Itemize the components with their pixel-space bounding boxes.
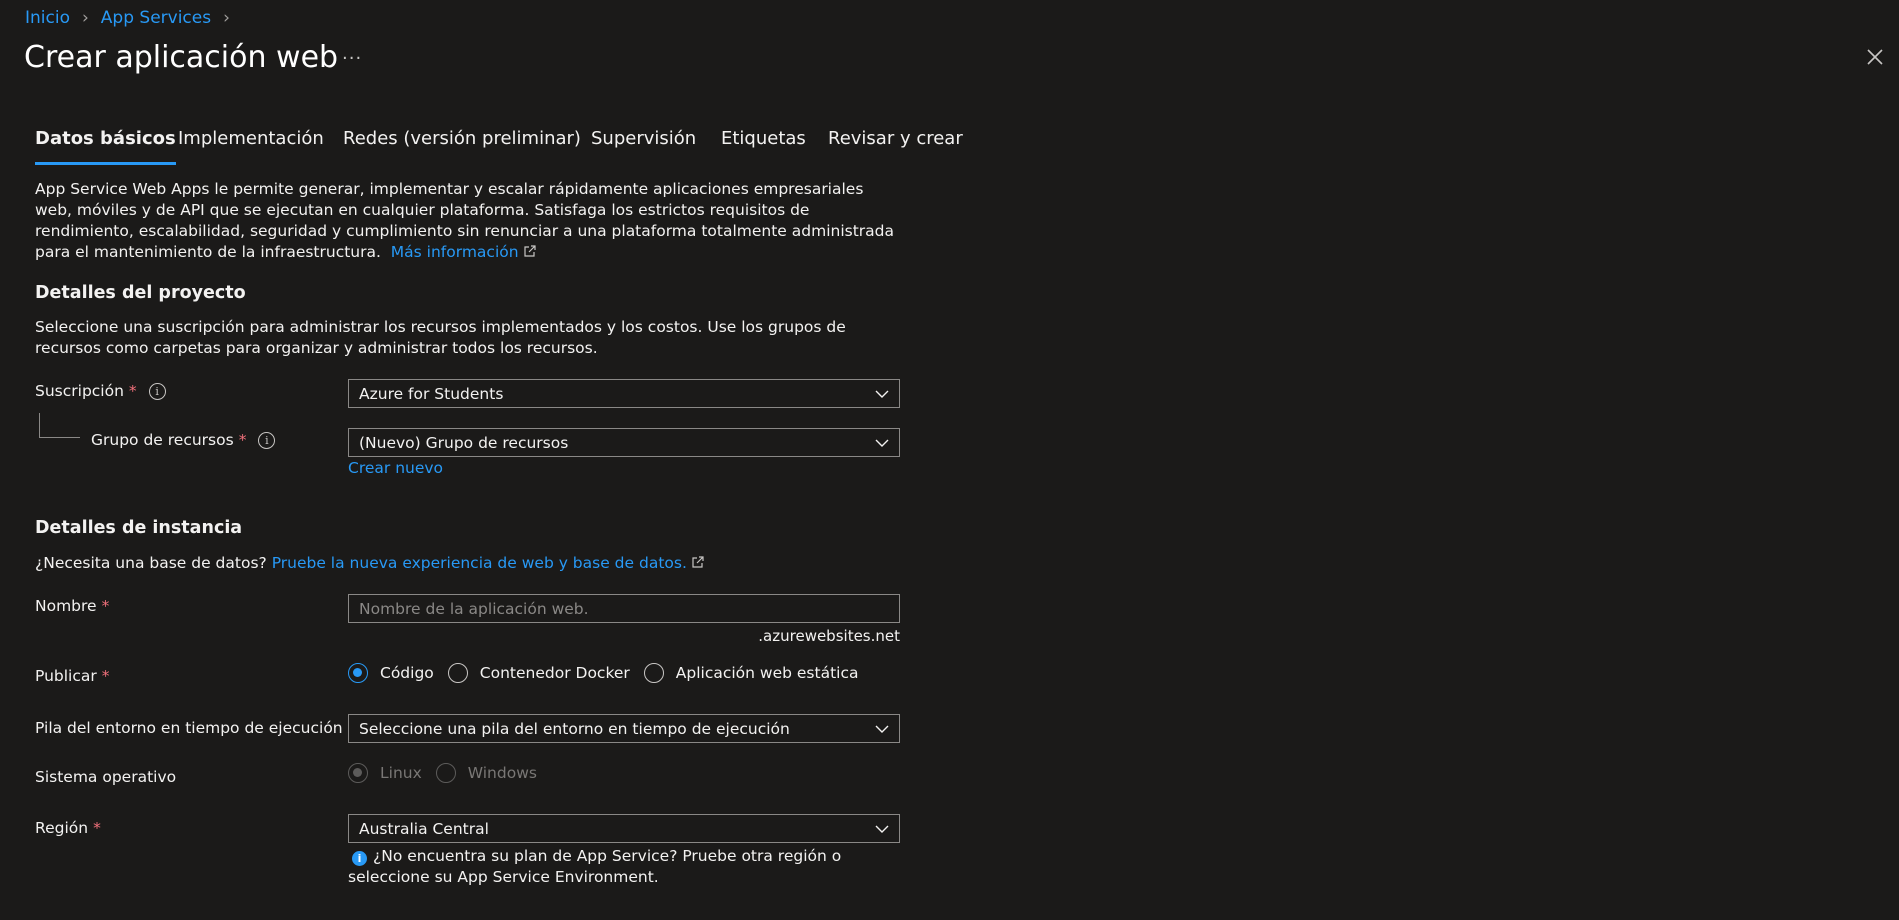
- tab-implementacion[interactable]: Implementación: [178, 128, 324, 162]
- required-indicator: *: [128, 382, 137, 400]
- more-options-button[interactable]: ···: [342, 48, 362, 69]
- tab-supervision[interactable]: Supervisión: [591, 128, 696, 162]
- close-icon[interactable]: [1866, 48, 1884, 66]
- required-indicator: *: [101, 667, 110, 685]
- intro-description: App Service Web Apps le permite generar,…: [35, 179, 905, 263]
- region-dropdown[interactable]: Australia Central: [348, 814, 900, 843]
- chevron-down-icon: [875, 825, 889, 833]
- tree-connector: [39, 413, 80, 438]
- project-details-heading: Detalles del proyecto: [35, 283, 246, 303]
- resource-group-label: Grupo de recursos * i: [91, 431, 276, 449]
- breadcrumb: Inicio › App Services ›: [25, 8, 242, 28]
- info-icon: i: [352, 851, 367, 866]
- radio-button[interactable]: [447, 663, 468, 683]
- radio-button: [435, 763, 456, 783]
- runtime-stack-label-text: Pila del entorno en tiempo de ejecución: [35, 719, 343, 737]
- external-link-icon: [692, 556, 704, 568]
- required-indicator: *: [93, 819, 101, 837]
- os-radio-group: Linux Windows: [348, 763, 551, 783]
- web-and-database-link[interactable]: Pruebe la nueva experiencia de web y bas…: [272, 554, 687, 572]
- info-icon[interactable]: i: [258, 431, 276, 449]
- resource-group-dropdown[interactable]: (Nuevo) Grupo de recursos: [348, 428, 900, 457]
- radio-button: [348, 763, 368, 783]
- external-link-icon: [523, 245, 536, 257]
- name-label: Nombre *: [35, 597, 109, 615]
- publish-option-label: Contenedor Docker: [479, 664, 630, 682]
- breadcrumb-home-link[interactable]: Inicio: [25, 8, 70, 28]
- publish-option-label: Código: [380, 664, 434, 682]
- radio-button[interactable]: [348, 663, 368, 683]
- os-option-label: Windows: [467, 764, 537, 782]
- chevron-down-icon: [875, 390, 889, 398]
- os-option-label: Linux: [380, 764, 422, 782]
- chevron-down-icon: [875, 725, 889, 733]
- publish-option-code[interactable]: Código: [348, 663, 434, 683]
- name-label-text: Nombre: [35, 597, 97, 615]
- required-indicator: *: [101, 597, 110, 615]
- runtime-stack-dropdown[interactable]: Seleccione una pila del entorno en tiemp…: [348, 714, 900, 743]
- database-prompt: ¿Necesita una base de datos? Pruebe la n…: [35, 554, 705, 572]
- domain-suffix: .azurewebsites.net: [758, 627, 900, 645]
- os-label: Sistema operativo: [35, 768, 176, 786]
- info-icon[interactable]: i: [148, 382, 166, 400]
- radio-button[interactable]: [643, 663, 664, 683]
- region-value: Australia Central: [359, 819, 489, 838]
- tab-redes[interactable]: Redes (versión preliminar): [343, 128, 581, 162]
- os-option-linux: Linux: [348, 763, 422, 783]
- runtime-stack-label: Pila del entorno en tiempo de ejecución …: [35, 719, 355, 737]
- subscription-value: Azure for Students: [359, 384, 504, 403]
- region-label: Región *: [35, 819, 101, 837]
- resource-group-label-text: Grupo de recursos: [91, 431, 234, 449]
- publish-option-docker[interactable]: Contenedor Docker: [447, 663, 630, 683]
- database-prompt-text: ¿Necesita una base de datos?: [35, 554, 267, 572]
- region-label-text: Región: [35, 819, 89, 837]
- subscription-label-text: Suscripción: [35, 382, 124, 400]
- tab-revisar-y-crear[interactable]: Revisar y crear: [828, 128, 963, 162]
- tab-etiquetas[interactable]: Etiquetas: [721, 128, 806, 162]
- chevron-down-icon: [875, 439, 889, 447]
- publish-label-text: Publicar: [35, 667, 97, 685]
- os-label-text: Sistema operativo: [35, 768, 177, 786]
- publish-option-static[interactable]: Aplicación web estática: [643, 663, 859, 683]
- subscription-label: Suscripción * i: [35, 382, 166, 400]
- publish-option-label: Aplicación web estática: [675, 664, 859, 682]
- publish-label: Publicar *: [35, 667, 110, 685]
- instance-details-heading: Detalles de instancia: [35, 518, 243, 538]
- breadcrumb-app-services-link[interactable]: App Services: [101, 8, 211, 28]
- create-new-resource-group-link[interactable]: Crear nuevo: [348, 459, 443, 477]
- tab-datos-basicos[interactable]: Datos básicos: [35, 128, 176, 165]
- os-option-windows: Windows: [435, 763, 537, 783]
- runtime-stack-value: Seleccione una pila del entorno en tiemp…: [359, 719, 790, 738]
- publish-radio-group: Código Contenedor Docker Aplicación web …: [348, 663, 873, 683]
- region-note-text: ¿No encuentra su plan de App Service? Pr…: [348, 847, 842, 886]
- required-indicator: *: [238, 431, 247, 449]
- chevron-right-icon: ›: [223, 8, 230, 28]
- project-details-description: Seleccione una suscripción para administ…: [35, 318, 846, 357]
- subscription-dropdown[interactable]: Azure for Students: [348, 379, 900, 408]
- web-app-name-input[interactable]: [348, 594, 900, 623]
- more-info-link[interactable]: Más información: [391, 243, 519, 261]
- resource-group-value: (Nuevo) Grupo de recursos: [359, 433, 569, 452]
- chevron-right-icon: ›: [81, 8, 89, 28]
- page-title: Crear aplicación web: [24, 40, 339, 75]
- region-note: i ¿No encuentra su plan de App Service? P…: [348, 846, 908, 888]
